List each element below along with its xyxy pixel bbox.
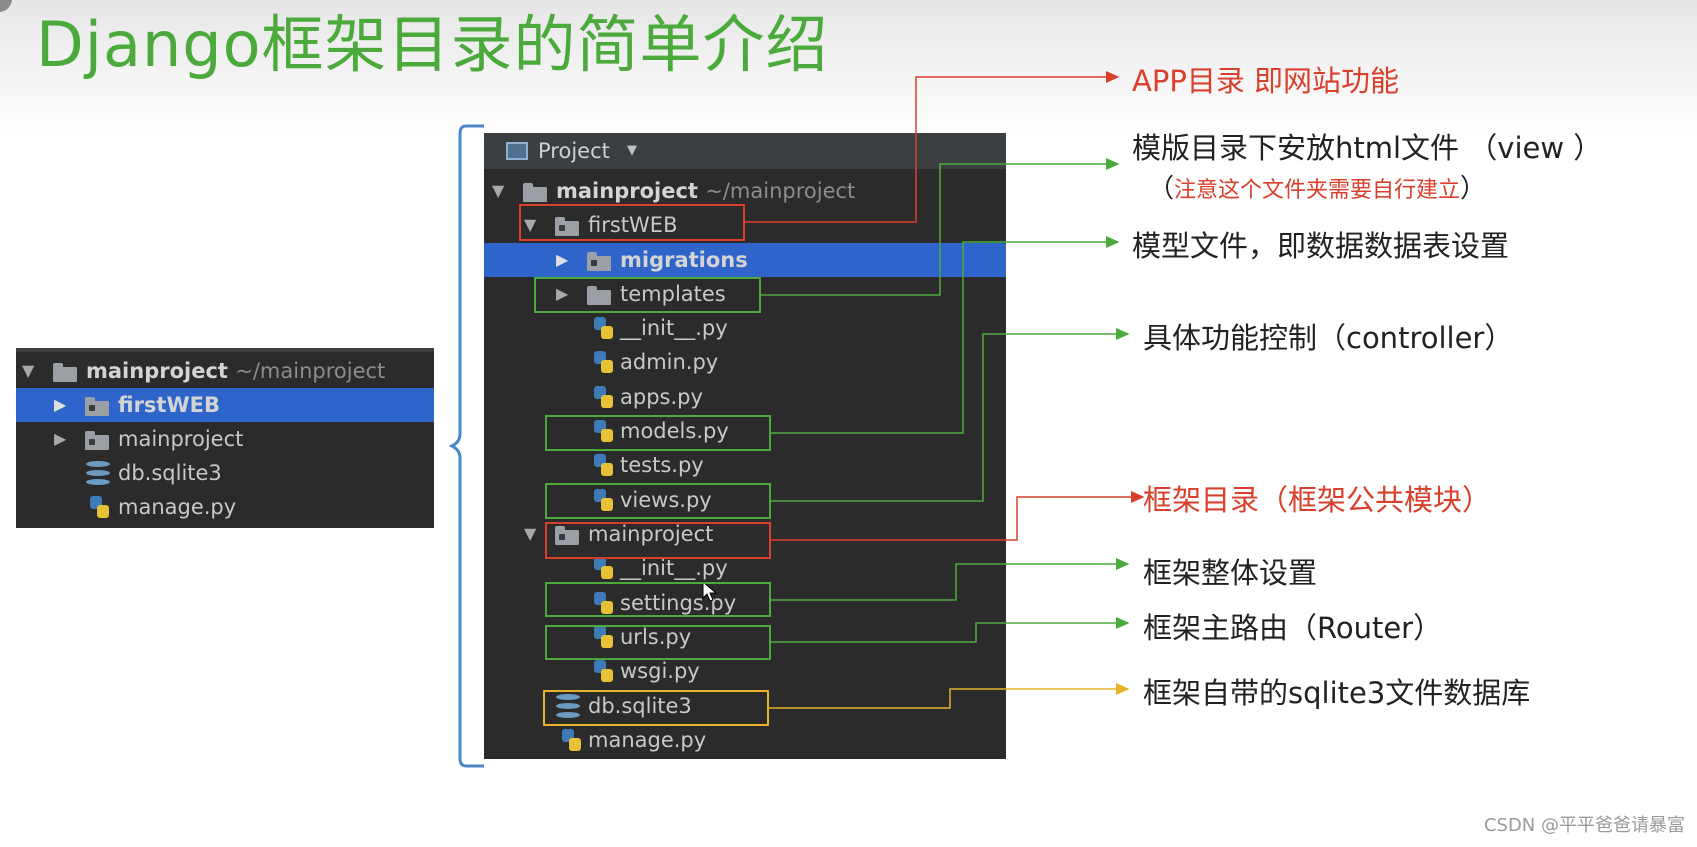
- annotation-templates-note: （注意这个文件夹需要自行建立）: [1148, 174, 1487, 204]
- annotation-views: 具体功能控制（controller）: [1143, 321, 1514, 355]
- connector-db: [769, 683, 1130, 709]
- connector-urls: [771, 617, 1130, 643]
- connector-models: [771, 236, 1120, 434]
- watermark: CSDN @平平爸爸请暴富: [1483, 815, 1685, 836]
- annotation-templates: 模版目录下安放html文件 （view ）: [1132, 131, 1603, 165]
- connector-templates: [761, 158, 1120, 296]
- connector-firstweb: [745, 71, 1120, 223]
- connector-views: [771, 328, 1130, 502]
- annotation-models: 模型文件，即数据数据表设置: [1132, 229, 1510, 263]
- connector-mainproject: [771, 491, 1145, 541]
- annotation-sqlite: 框架自带的sqlite3文件数据库: [1143, 676, 1531, 710]
- annotation-settings: 框架整体设置: [1143, 556, 1318, 590]
- annotation-app-dir: APP目录 即网站功能: [1132, 64, 1400, 98]
- connector-settings: [771, 558, 1130, 601]
- annotation-framework-dir: 框架目录（框架公共模块）: [1143, 483, 1492, 517]
- annotation-urls: 框架主路由（Router）: [1143, 611, 1443, 645]
